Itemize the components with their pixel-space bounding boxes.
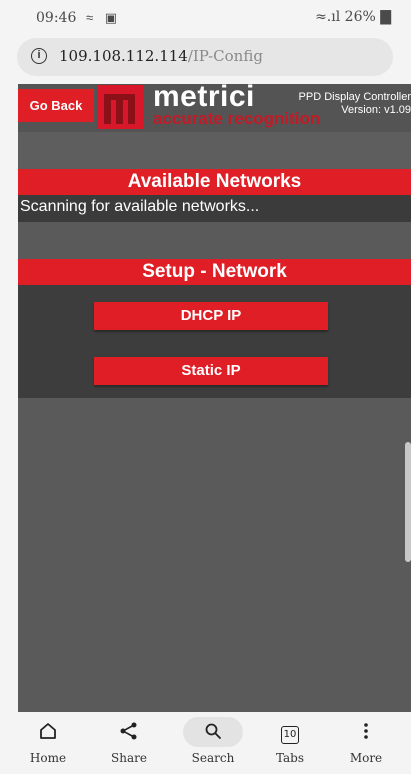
site-info-icon[interactable]: i [31,48,47,64]
browser-bottom-nav: Home Share Search 10 Tabs More [0,712,411,774]
nav-share[interactable]: Share [94,712,164,774]
product-version: Version: v1.09 [341,104,411,116]
product-info: PPD Display Controller Version: v1.09 [299,91,411,117]
nav-home-label: Home [29,751,67,765]
available-networks-title: Available Networks [18,169,411,195]
static-ip-button[interactable]: Static IP [94,357,328,385]
home-icon [13,718,83,744]
spacer-band [18,222,411,259]
tabs-count: 10 [281,726,299,744]
nav-search-label: Search [191,751,235,765]
status-bar: 09:46 ≈ ▣ ≈.ıl 26% ▇ [0,0,411,36]
brand-tagline: accurate recognition [153,109,321,128]
nav-more-label: More [349,751,383,765]
web-page: Go Back metrici accurate recognition PPD… [18,84,411,712]
scan-status-text: Scanning for available networks... [20,198,260,215]
more-vertical-icon [331,718,401,744]
spacer-band [18,132,411,169]
nav-tabs[interactable]: 10 Tabs [255,712,325,774]
status-notification-icons: ≈ ▣ [86,10,122,25]
dhcp-ip-button[interactable]: DHCP IP [94,302,328,330]
search-icon [178,718,248,744]
setup-network-title: Setup - Network [18,259,411,285]
nav-search[interactable]: Search [178,712,248,774]
go-back-button[interactable]: Go Back [18,89,94,122]
nav-home[interactable]: Home [13,712,83,774]
scrollbar-thumb[interactable] [405,442,411,562]
network-scan-area: Scanning for available networks... [18,195,411,222]
nav-share-label: Share [111,751,147,765]
metrici-logo-icon [97,85,143,129]
page-header: Go Back metrici accurate recognition PPD… [18,84,411,132]
status-time: 09:46 [36,10,77,26]
status-signal-battery: ≈.ıl 26% ▇ [315,9,391,25]
nav-more[interactable]: More [331,712,401,774]
address-bar[interactable]: i 109.108.112.114/IP-Config [17,38,393,76]
share-icon [94,718,164,744]
url-host: 109.108.112.114 [59,47,188,65]
tabs-icon: 10 [255,718,325,744]
product-name: PPD Display Controller [298,91,411,103]
setup-network-panel: DHCP IP Static IP [18,285,411,398]
url-text[interactable]: 109.108.112.114/IP-Config [59,47,263,65]
url-path: /IP-Config [187,47,263,65]
nav-tabs-label: Tabs [275,751,305,765]
